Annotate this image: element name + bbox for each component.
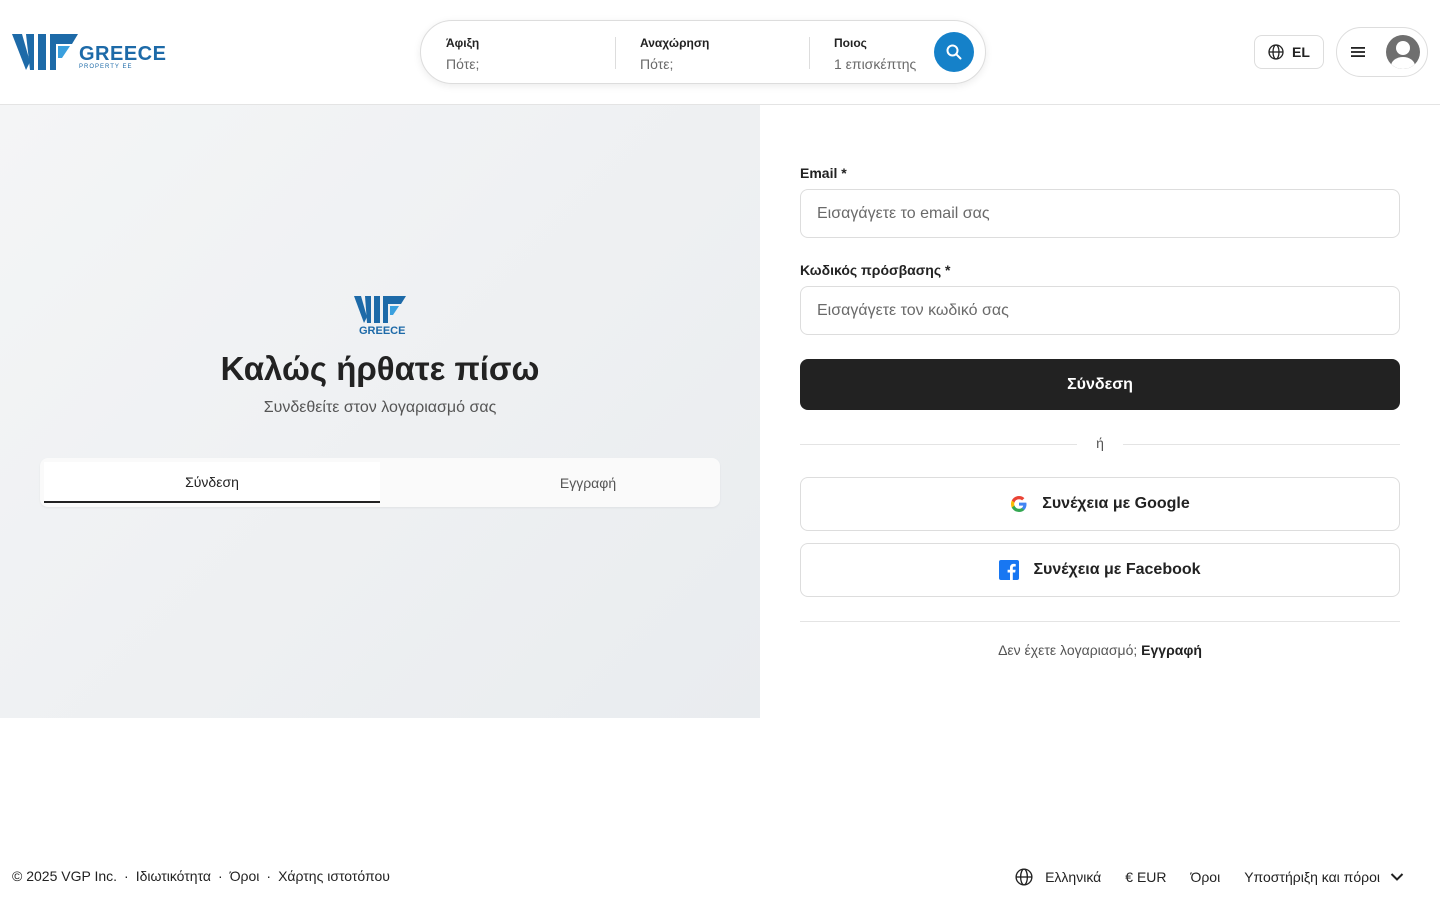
vgp-greece-logo[interactable]: GREECE PROPERTY EE [12, 32, 166, 74]
no-account-text: Δεν έχετε λογαριασμό; [998, 642, 1138, 658]
auth-tabs: Σύνδεση Εγγραφή [40, 458, 720, 507]
site-footer: © 2025 VGP Inc. · Ιδιωτικότητα · Όροι · … [0, 855, 1440, 900]
facebook-icon [999, 560, 1020, 580]
search-divider [809, 37, 810, 69]
departure-field[interactable]: Αναχώρηση Πότε; [640, 33, 800, 73]
login-button[interactable]: Σύνδεση [800, 359, 1400, 410]
google-icon [1011, 496, 1027, 512]
language-code: EL [1292, 44, 1310, 60]
footer-separator: · [266, 868, 272, 884]
form-divider [800, 621, 1400, 622]
or-divider: ή [800, 434, 1400, 454]
guests-field[interactable]: Ποιος 1 επισκέπτης [834, 33, 934, 73]
chevron-down-icon [1390, 873, 1404, 881]
password-label: Κωδικός πρόσβασης * [800, 262, 951, 278]
search-bar: Άφιξη Πότε; Αναχώρηση Πότε; Ποιος 1 επισ… [420, 20, 986, 84]
signup-link[interactable]: Εγγραφή [1141, 642, 1202, 658]
language-button[interactable]: EL [1254, 35, 1324, 69]
footer-right: Ελληνικά € EUR Όροι Υποστήριξη και πόροι [991, 868, 1404, 886]
footer-separator: · [218, 868, 223, 884]
departure-label: Αναχώρηση [640, 36, 710, 50]
welcome-panel: GREECE Καλώς ήρθατε πίσω Συνδεθείτε στον… [0, 105, 760, 718]
globe-icon [1015, 868, 1033, 886]
footer-link-terms[interactable]: Όροι [230, 868, 260, 884]
menu-icon [1351, 47, 1365, 57]
logo-text: GREECE [79, 43, 167, 65]
arrival-label: Άφιξη [446, 36, 480, 50]
arrival-value: Πότε; [446, 56, 480, 72]
vgp-mini-logo: GREECE [354, 295, 406, 339]
user-avatar-icon [1386, 35, 1420, 69]
footer-support-label: Υποστήριξη και πόροι [1244, 869, 1380, 885]
footer-left: © 2025 VGP Inc. · Ιδιωτικότητα · Όροι · … [12, 868, 390, 884]
mini-logo-text: GREECE [359, 325, 406, 337]
arrival-field[interactable]: Άφιξη Πότε; [446, 33, 606, 73]
footer-language-label: Ελληνικά [1045, 869, 1102, 885]
footer-currency-button[interactable]: € EUR [1125, 869, 1166, 885]
facebook-login-label: Συνέχεια με Facebook [1033, 561, 1201, 578]
search-button[interactable] [934, 32, 974, 72]
password-input[interactable] [800, 286, 1400, 335]
search-icon [946, 44, 962, 60]
facebook-login-button[interactable]: Συνέχεια με Facebook [800, 543, 1400, 597]
guests-value: 1 επισκέπτης [834, 56, 917, 72]
signup-prompt: Δεν έχετε λογαριασμό; Εγγραφή [800, 642, 1400, 658]
guests-label: Ποιος [834, 36, 867, 50]
welcome-subtitle: Συνδεθείτε στον λογαριασμό σας [263, 399, 497, 416]
email-label: Email * [800, 165, 847, 181]
email-input[interactable] [800, 189, 1400, 238]
logo-tagline: PROPERTY EE [79, 64, 133, 70]
search-divider [615, 37, 616, 69]
or-text: ή [1096, 435, 1104, 451]
vgp-logo-mark-icon [354, 296, 406, 323]
footer-link-sitemap[interactable]: Χάρτης ιστοτόπου [278, 868, 390, 884]
site-header: GREECE PROPERTY EE Άφιξη Πότε; Αναχώρηση… [0, 0, 1440, 105]
footer-separator: · [124, 868, 129, 884]
footer-link-privacy[interactable]: Ιδιωτικότητα [136, 868, 211, 884]
footer-support-button[interactable]: Υποστήριξη και πόροι [1244, 869, 1404, 885]
footer-terms-link[interactable]: Όροι [1191, 869, 1221, 885]
divider-line [1123, 444, 1400, 445]
tab-login[interactable]: Σύνδεση [44, 462, 380, 503]
tab-register[interactable]: Εγγραφή [420, 462, 756, 503]
welcome-title: Καλώς ήρθατε πίσω [220, 350, 540, 387]
departure-value: Πότε; [640, 56, 674, 72]
google-login-label: Συνέχεια με Google [1042, 495, 1190, 512]
copyright-text: © 2025 VGP Inc. [12, 868, 118, 884]
globe-icon [1268, 44, 1284, 60]
footer-language-button[interactable]: Ελληνικά [1015, 868, 1101, 886]
user-menu-button[interactable] [1336, 27, 1428, 77]
google-login-button[interactable]: Συνέχεια με Google [800, 477, 1400, 531]
vgp-logo-mark-icon [12, 34, 78, 70]
